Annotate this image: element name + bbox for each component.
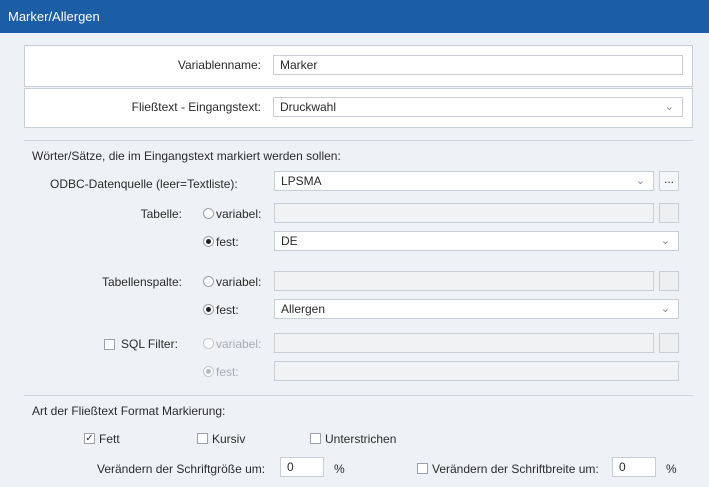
sql-fest-radio[interactable] <box>203 366 214 377</box>
tabellenspalte-fest-select[interactable]: Allergen ⌄ <box>274 299 679 319</box>
chevron-down-icon: ⌄ <box>660 303 670 315</box>
tabelle-label: Tabelle: <box>140 207 182 221</box>
fliesstext-value: Druckwahl <box>280 100 337 114</box>
schriftbreite-label: Verändern der Schriftbreite um: <box>432 462 599 476</box>
kursiv-checkbox[interactable] <box>197 433 208 444</box>
schriftbreite-input[interactable]: 0 <box>612 457 656 477</box>
unterstrichen-label: Unterstrichen <box>325 432 397 446</box>
schriftgroesse-input[interactable]: 0 <box>280 457 324 477</box>
fliesstext-panel: Fließtext - Eingangstext: Druckwahl ⌄ <box>24 88 693 128</box>
tabelle-variabel-label: variabel: <box>216 207 262 221</box>
fett-checkbox[interactable]: ✓ <box>84 433 95 444</box>
odbc-value: LPSMA <box>281 174 322 188</box>
sql-variabel-input[interactable] <box>274 333 654 353</box>
window-title: Marker/Allergen <box>8 9 100 24</box>
kursiv-label: Kursiv <box>212 432 246 446</box>
sql-variabel-radio[interactable] <box>203 338 214 349</box>
variable-label: Variablenname: <box>177 58 261 72</box>
fett-label: Fett <box>99 432 120 446</box>
sql-fest-label: fest: <box>216 365 239 379</box>
schriftbreite-checkbox[interactable] <box>417 463 428 474</box>
tabellenspalte-variabel-radio[interactable] <box>203 276 214 287</box>
sql-fest-input[interactable] <box>274 361 679 381</box>
tabelle-variabel-button[interactable] <box>659 203 679 223</box>
percent-label: % <box>666 462 677 476</box>
sql-variabel-label: variabel: <box>216 337 262 351</box>
tabellenspalte-variabel-input[interactable] <box>274 271 654 291</box>
tabelle-variabel-input[interactable] <box>274 203 654 223</box>
fliesstext-select[interactable]: Druckwahl ⌄ <box>273 97 683 117</box>
odbc-label: ODBC-Datenquelle (leer=Textliste): <box>50 177 238 191</box>
format-heading: Art der Fließtext Format Markierung: <box>32 404 226 418</box>
words-heading: Wörter/Sätze, die im Eingangstext markie… <box>32 149 341 163</box>
browse-label: ... <box>663 172 674 186</box>
schriftgroesse-label: Verändern der Schriftgröße um: <box>97 462 266 476</box>
unterstrichen-checkbox[interactable] <box>310 433 321 444</box>
tabellenspalte-fest-radio[interactable] <box>203 304 214 315</box>
variable-input[interactable]: Marker <box>273 55 683 75</box>
chevron-down-icon: ⌄ <box>664 101 674 113</box>
odbc-browse-button[interactable]: ... <box>659 171 679 191</box>
tabelle-fest-radio[interactable] <box>203 236 214 247</box>
section-divider <box>24 395 693 396</box>
tabelle-fest-label: fest: <box>216 235 239 249</box>
tabellenspalte-label: Tabellenspalte: <box>101 275 182 289</box>
check-icon: ✓ <box>85 433 94 444</box>
tabellenspalte-fest-value: Allergen <box>281 302 326 316</box>
sql-variabel-button[interactable] <box>659 333 679 353</box>
chevron-down-icon: ⌄ <box>660 235 670 247</box>
tabellenspalte-fest-label: fest: <box>216 303 239 317</box>
chevron-down-icon: ⌄ <box>635 175 645 187</box>
tabellenspalte-variabel-button[interactable] <box>659 271 679 291</box>
sql-filter-label: SQL Filter: <box>121 337 178 351</box>
tabellenspalte-variabel-label: variabel: <box>216 275 262 289</box>
sql-filter-checkbox[interactable] <box>104 339 115 350</box>
tabelle-fest-select[interactable]: DE ⌄ <box>274 231 679 251</box>
section-divider <box>24 140 693 141</box>
tabelle-variabel-radio[interactable] <box>203 208 214 219</box>
title-bar: Marker/Allergen <box>0 0 709 33</box>
odbc-select[interactable]: LPSMA ⌄ <box>274 171 654 191</box>
fliesstext-label: Fließtext - Eingangstext: <box>131 100 261 114</box>
percent-label: % <box>334 462 345 476</box>
tabelle-fest-value: DE <box>281 234 298 248</box>
variable-panel: Variablenname: Marker <box>24 45 693 87</box>
